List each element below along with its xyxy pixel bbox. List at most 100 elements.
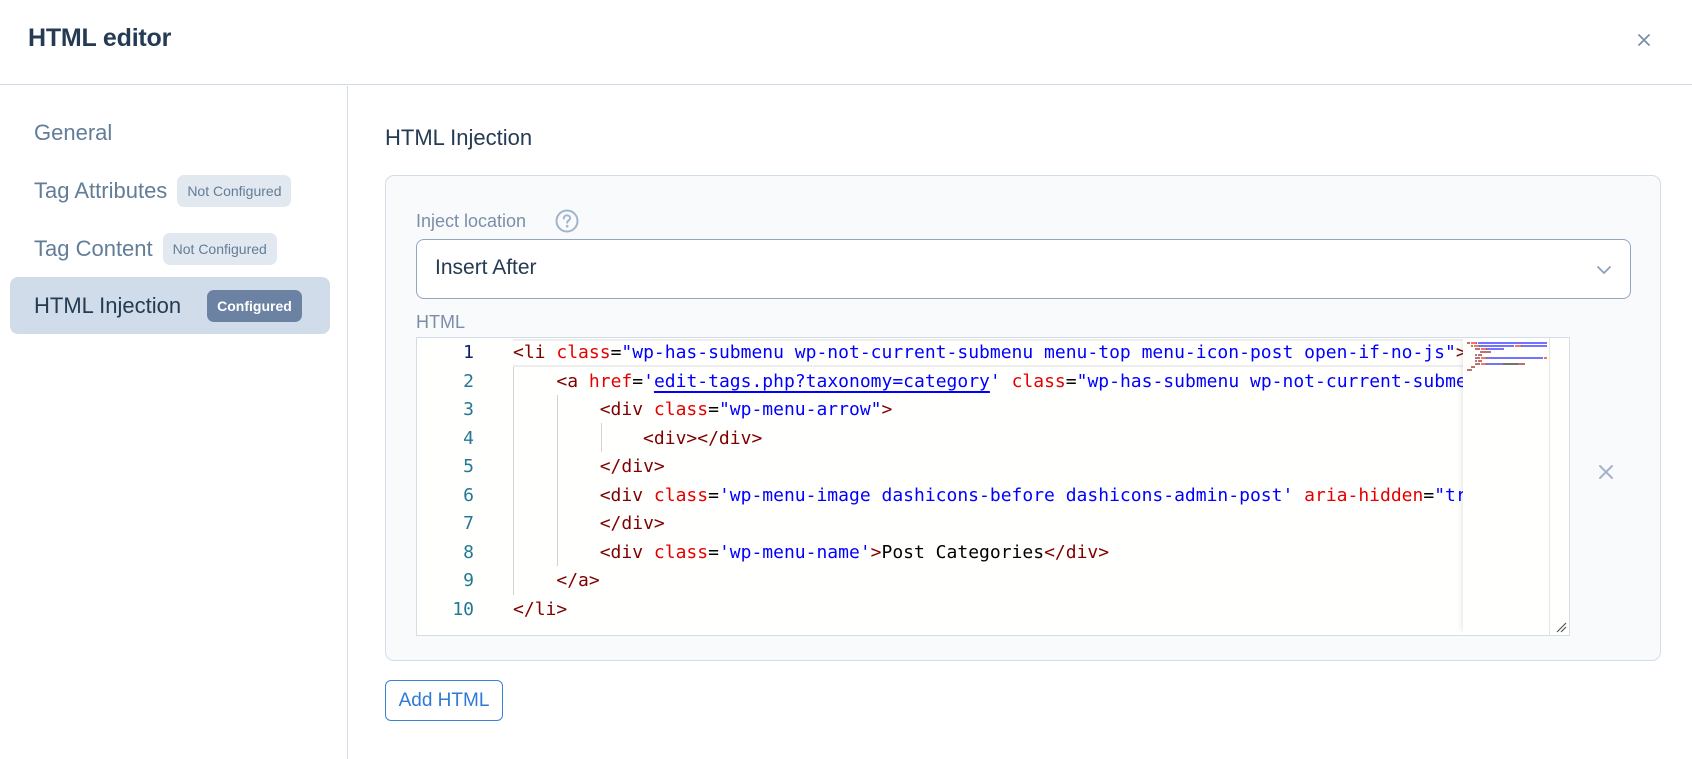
code-token: div xyxy=(718,427,752,449)
code-token: Post Categories xyxy=(881,541,1045,563)
remove-html-button[interactable] xyxy=(1595,461,1617,483)
section-title: HTML Injection xyxy=(385,125,533,150)
close-button[interactable] xyxy=(1631,27,1657,53)
sidebar-item-html-injection[interactable]: HTML Injection Configured xyxy=(10,277,330,334)
line-number: 7 xyxy=(463,513,474,534)
code-token: < xyxy=(513,342,524,363)
code-token: > xyxy=(881,399,893,420)
dialog-header: HTML editor xyxy=(0,0,1692,85)
add-html-button[interactable]: Add HTML xyxy=(385,680,503,721)
line-number: 3 xyxy=(463,399,474,420)
code-token: "true" xyxy=(1434,484,1463,506)
inject-location-select[interactable]: Insert After xyxy=(416,239,1631,299)
html-code-editor[interactable]: 1 2 3 4 5 6 7 8 9 10 <li class="wp-has-submenu wp… xyxy=(416,337,1570,636)
code-token: div xyxy=(610,541,644,563)
code-token: > xyxy=(870,541,882,563)
code-token: > xyxy=(1456,342,1463,363)
code-token: class xyxy=(653,541,709,563)
chevron-down-icon xyxy=(1597,266,1611,274)
help-button[interactable] xyxy=(554,208,580,234)
minimap-mark xyxy=(1523,363,1525,365)
minimap-mark xyxy=(1480,345,1514,347)
minimap-mark xyxy=(1480,360,1482,362)
code-token: class xyxy=(653,399,709,420)
code-token: a xyxy=(578,570,589,591)
sidebar-item-label: HTML Injection xyxy=(34,292,182,318)
code-line: </li> xyxy=(513,596,567,625)
minimap-mark xyxy=(1543,357,1547,359)
code-token: </ xyxy=(599,513,622,534)
html-field-label: HTML xyxy=(416,312,465,332)
code-line: </div> xyxy=(513,453,665,482)
code-minimap[interactable] xyxy=(1463,338,1549,635)
code-token: 'wp-menu-name' xyxy=(718,541,871,563)
code-token: a xyxy=(567,370,579,392)
question-circle-icon xyxy=(555,209,579,233)
line-number-gutter: 1 2 3 4 5 6 7 8 9 10 xyxy=(417,338,509,635)
code-line: </div> xyxy=(513,510,665,539)
sidebar-item-general[interactable]: General xyxy=(10,104,330,161)
code-token: div xyxy=(621,513,654,534)
code-token: < xyxy=(599,399,611,420)
code-token: = xyxy=(610,342,622,363)
code-token: = xyxy=(1065,370,1077,392)
code-line: <a href='edit-tags.php?taxonomy=category… xyxy=(513,368,1463,397)
code-area[interactable]: <li class="wp-has-submenu wp-not-current… xyxy=(513,338,1463,635)
code-token: </ xyxy=(556,570,579,591)
code-token: = xyxy=(632,370,644,392)
status-badge: Not Configured xyxy=(177,174,292,207)
minimap-mark xyxy=(1513,345,1515,347)
minimap-mark xyxy=(1486,363,1502,365)
minimap-mark xyxy=(1486,348,1503,350)
code-token: class xyxy=(1011,370,1066,392)
minimap-mark xyxy=(1502,348,1504,350)
sidebar-nav: General Tag Attributes Not Configured Ta… xyxy=(0,86,348,759)
minimap-mark xyxy=(1474,366,1476,368)
code-line: <div class='wp-menu-name'>Post Categorie… xyxy=(513,539,1109,568)
minimap-mark xyxy=(1480,354,1482,356)
code-token: < xyxy=(643,427,654,449)
code-token: = xyxy=(708,541,719,563)
minimap-mark xyxy=(1476,363,1480,365)
line-number: 10 xyxy=(452,598,474,620)
code-token: = xyxy=(708,484,719,506)
minimap-mark xyxy=(1476,348,1480,350)
line-number: 4 xyxy=(463,427,474,449)
code-link[interactable]: edit-tags.php?taxonomy=category xyxy=(654,371,990,392)
close-icon xyxy=(1599,465,1613,479)
code-token: > xyxy=(653,456,665,477)
sidebar-item-tag-attributes[interactable]: Tag Attributes Not Configured xyxy=(10,162,330,219)
line-number: 1 xyxy=(463,342,474,363)
code-token: ></ xyxy=(686,427,719,449)
code-token: "wp-has-submenu wp-not-current-submenu m… xyxy=(621,342,1456,363)
minimap-mark xyxy=(1502,363,1519,365)
resize-handle-icon[interactable] xyxy=(1555,621,1567,633)
code-token: class xyxy=(653,484,709,506)
code-token: </ xyxy=(599,456,622,477)
minimap-mark xyxy=(1521,345,1547,347)
minimap-mark xyxy=(1490,351,1492,353)
code-line: <div></div> xyxy=(513,425,762,454)
inject-location-label: Inject location xyxy=(416,211,527,231)
code-token: ' xyxy=(989,370,1001,392)
code-token: href xyxy=(588,370,633,392)
code-token: </ xyxy=(1044,541,1066,563)
minimap-mark xyxy=(1477,342,1547,344)
line-number: 9 xyxy=(463,570,474,591)
close-icon xyxy=(1638,34,1650,46)
code-token: < xyxy=(599,484,611,506)
sidebar-item-tag-content[interactable]: Tag Content Not Configured xyxy=(10,220,330,277)
code-line: <div class='wp-menu-image dashicons-befo… xyxy=(513,482,1463,511)
vertical-scrollbar[interactable] xyxy=(1549,338,1569,635)
html-injection-panel: Inject location Insert After HTML 1 2 3 4 5 6… xyxy=(385,175,1661,661)
